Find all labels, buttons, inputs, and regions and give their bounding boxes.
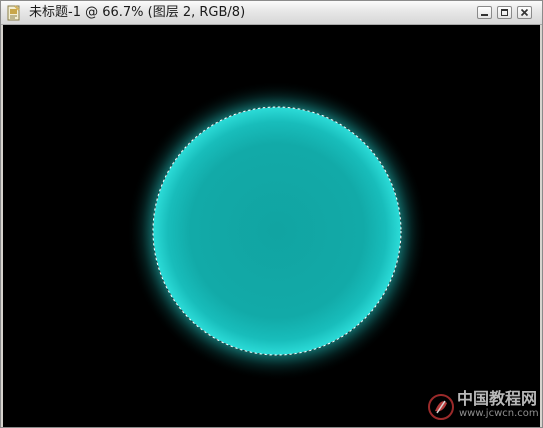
- maximize-icon: [501, 9, 508, 16]
- circle-fill: [153, 107, 401, 355]
- close-icon: [520, 8, 529, 17]
- window-title: 未标题-1 @ 66.7% (图层 2, RGB/8): [29, 5, 246, 20]
- jcwcn-logo-icon: [428, 394, 454, 420]
- document-icon: [7, 5, 20, 21]
- glowing-circle-artwork: [127, 81, 427, 381]
- minimize-button[interactable]: [477, 6, 492, 19]
- site-watermark: 中国教程网 www.jcwcn.com: [423, 389, 539, 425]
- title-bar[interactable]: 未标题-1 @ 66.7% (图层 2, RGB/8): [1, 1, 542, 25]
- maximize-button[interactable]: [497, 6, 512, 19]
- document-window: 未标题-1 @ 66.7% (图层 2, RGB/8) 中国教程网 www.jc…: [0, 0, 543, 428]
- watermark-url: www.jcwcn.com: [459, 408, 539, 419]
- close-button[interactable]: [517, 6, 532, 19]
- watermark-title: 中国教程网: [457, 389, 538, 408]
- image-canvas[interactable]: [3, 25, 540, 427]
- minimize-icon: [481, 14, 488, 16]
